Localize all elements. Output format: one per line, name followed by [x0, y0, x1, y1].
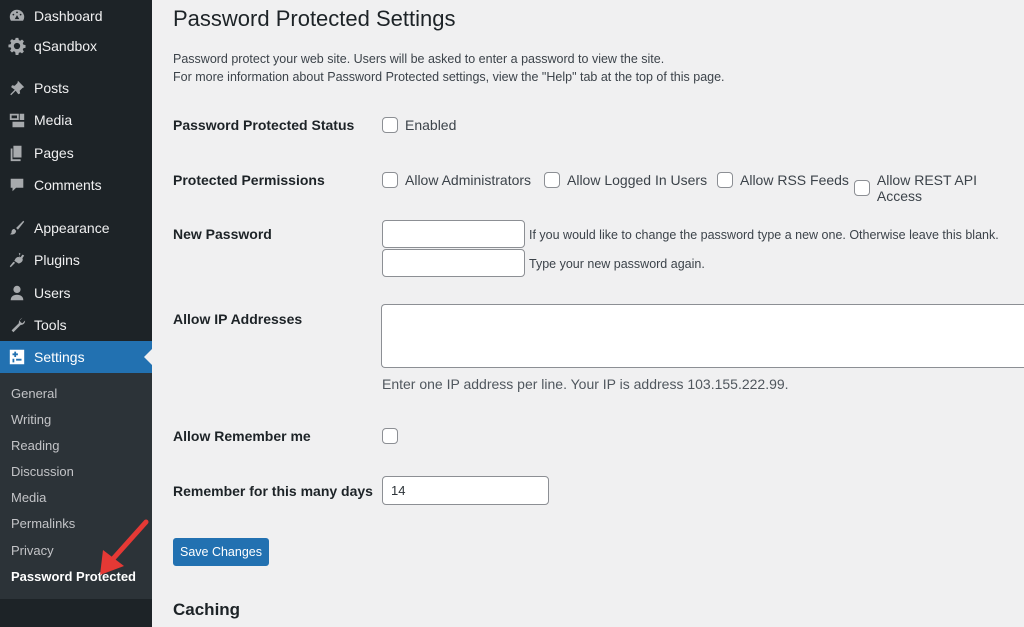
sidebar-item-label: Comments	[34, 177, 102, 193]
allow-rss-checkbox[interactable]	[717, 172, 733, 188]
submenu-item-general[interactable]: General	[11, 384, 57, 404]
active-indicator	[144, 349, 152, 365]
dashboard-icon	[7, 6, 27, 26]
sidebar-item-label: Dashboard	[34, 8, 103, 24]
gear-icon	[7, 36, 27, 56]
sidebar-item-dashboard[interactable]: Dashboard	[0, 0, 152, 32]
media-icon	[7, 110, 27, 130]
allow-rest-api-checkbox[interactable]	[854, 180, 870, 196]
sidebar-item-label: Tools	[34, 317, 67, 333]
pin-icon	[7, 78, 27, 98]
new-password-label: New Password	[173, 226, 272, 242]
intro-line-2: For more information about Password Prot…	[173, 70, 725, 84]
ip-addresses-textarea[interactable]	[381, 304, 1024, 368]
sidebar-item-settings[interactable]: Settings	[0, 341, 152, 373]
allow-administrators-label: Allow Administrators	[405, 172, 532, 188]
plugin-icon	[7, 250, 27, 270]
allow-rest-api-label: Allow REST API Access	[876, 172, 977, 204]
sidebar-item-appearance[interactable]: Appearance	[0, 212, 152, 244]
sidebar-item-label: Appearance	[34, 220, 110, 236]
sidebar-item-tools[interactable]: Tools	[0, 309, 152, 341]
ip-addresses-description: Enter one IP address per line. Your IP i…	[382, 376, 789, 392]
submenu-item-writing[interactable]: Writing	[11, 410, 51, 430]
comment-icon	[7, 175, 27, 195]
submenu-item-password-protected[interactable]: Password Protected	[11, 567, 136, 587]
allow-logged-in-checkbox[interactable]	[544, 172, 560, 188]
submenu-item-privacy[interactable]: Privacy	[11, 541, 54, 561]
allow-administrators-option[interactable]: Allow Administrators	[382, 172, 531, 188]
user-icon	[7, 283, 27, 303]
settings-page: Password Protected Settings Password pro…	[152, 0, 1024, 627]
submenu-item-discussion[interactable]: Discussion	[11, 462, 74, 482]
caching-section-title: Caching	[173, 600, 241, 619]
settings-submenu: General Writing Reading Discussion Media…	[0, 373, 152, 599]
enabled-option[interactable]: Enabled	[382, 117, 456, 133]
sidebar-item-label: Posts	[34, 80, 70, 96]
remember-days-input[interactable]: 14	[382, 476, 549, 505]
sidebar-item-comments[interactable]: Comments	[0, 169, 152, 201]
ip-addresses-label: Allow IP Addresses	[173, 311, 303, 327]
submenu-item-permalinks[interactable]: Permalinks	[11, 514, 75, 534]
sidebar-item-label: qSandbox	[34, 38, 98, 54]
admin-sidebar: Dashboard qSandbox Posts Media Pages Com…	[0, 0, 152, 627]
pages-icon	[7, 143, 27, 163]
confirm-password-input[interactable]	[382, 249, 525, 277]
sidebar-item-label: Pages	[34, 145, 74, 161]
new-password-input[interactable]	[382, 220, 525, 248]
sidebar-item-label: Plugins	[34, 252, 80, 268]
sidebar-item-plugins[interactable]: Plugins	[0, 244, 152, 276]
enabled-label: Enabled	[405, 117, 457, 133]
intro-line-1: Password protect your web site. Users wi…	[173, 52, 665, 66]
brush-icon	[7, 218, 27, 238]
remember-days-value: 14	[391, 483, 406, 498]
allow-rss-option[interactable]: Allow RSS Feeds	[717, 172, 849, 188]
status-label: Password Protected Status	[173, 117, 355, 133]
sidebar-item-label: Media	[34, 112, 73, 128]
sidebar-item-label: Settings	[34, 349, 85, 365]
permissions-label: Protected Permissions	[173, 172, 325, 188]
enabled-checkbox[interactable]	[382, 117, 398, 133]
remember-days-label: Remember for this many days	[173, 483, 373, 499]
sidebar-item-media[interactable]: Media	[0, 104, 152, 136]
wrench-icon	[7, 315, 27, 335]
allow-rss-label: Allow RSS Feeds	[740, 172, 849, 188]
sidebar-item-label: Users	[34, 285, 71, 301]
allow-logged-in-option[interactable]: Allow Logged In Users	[544, 172, 707, 188]
sidebar-item-pages[interactable]: Pages	[0, 137, 152, 169]
sidebar-item-posts[interactable]: Posts	[0, 72, 152, 104]
submenu-item-media[interactable]: Media	[11, 488, 46, 508]
save-changes-button[interactable]: Save Changes	[173, 538, 269, 566]
page-intro: Password protect your web site. Users wi…	[173, 50, 725, 86]
page-title: Password Protected Settings	[173, 6, 456, 31]
sidebar-item-users[interactable]: Users	[0, 277, 152, 309]
settings-icon	[7, 347, 27, 367]
remember-me-checkbox[interactable]	[382, 428, 398, 444]
sidebar-item-qsandbox[interactable]: qSandbox	[0, 30, 152, 62]
confirm-password-description: Type your new password again.	[529, 257, 705, 271]
allow-administrators-checkbox[interactable]	[382, 172, 398, 188]
allow-rest-api-option[interactable]: Allow REST API Access	[854, 172, 1024, 204]
allow-logged-in-label: Allow Logged In Users	[567, 172, 708, 188]
new-password-description: If you would like to change the password…	[529, 228, 999, 242]
remember-me-label: Allow Remember me	[173, 428, 311, 444]
submenu-item-reading[interactable]: Reading	[11, 436, 59, 456]
